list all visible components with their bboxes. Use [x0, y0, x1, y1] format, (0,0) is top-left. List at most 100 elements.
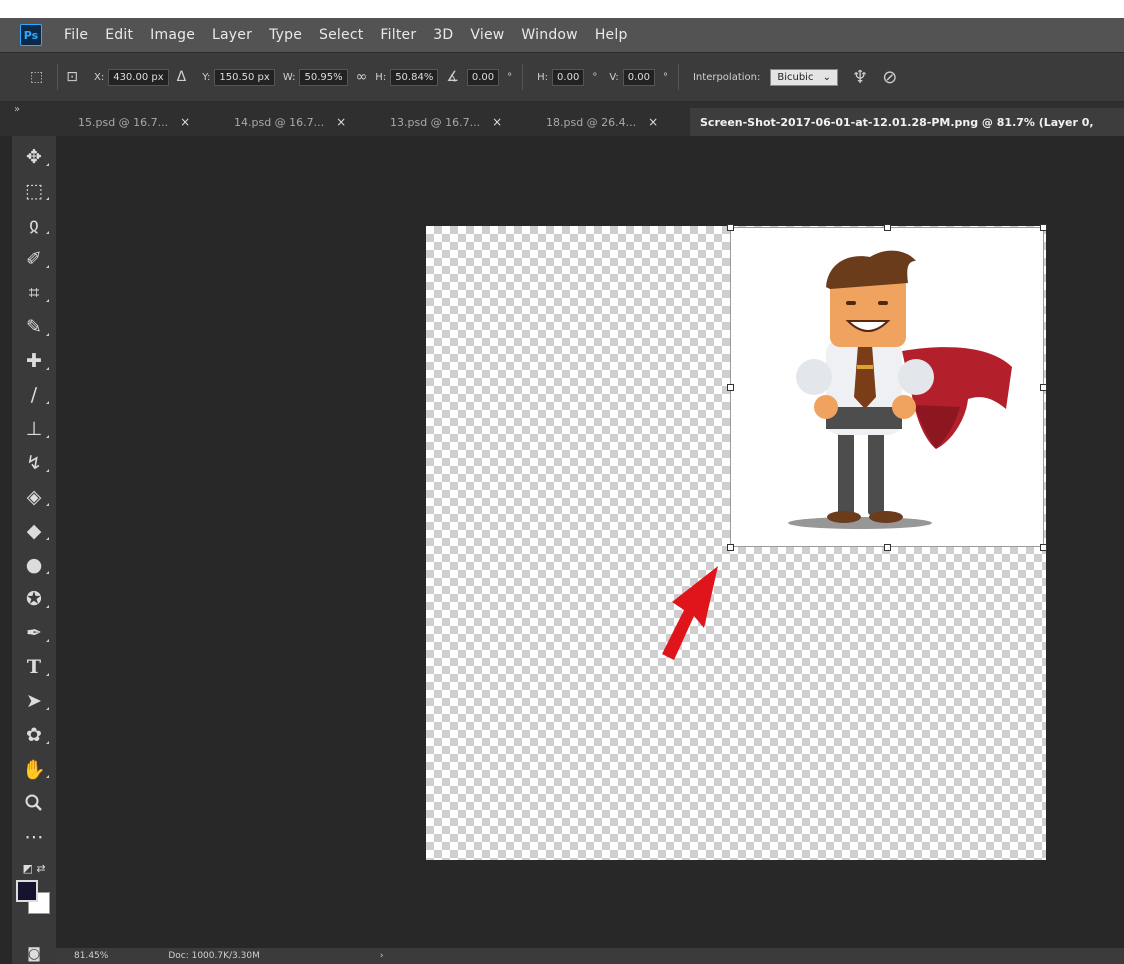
eyedropper-tool[interactable]: ✎ — [12, 312, 56, 342]
menu-image[interactable]: Image — [150, 27, 195, 43]
dodge-icon: ✪ — [26, 588, 42, 610]
type-tool[interactable]: T — [12, 652, 56, 682]
swap-colors-button[interactable]: ◩ ⇄ — [12, 858, 56, 878]
tool-group-indicator — [46, 367, 49, 370]
eraser-tool[interactable]: ◈ — [12, 482, 56, 512]
tool-group-indicator — [46, 231, 49, 234]
close-icon[interactable]: × — [180, 115, 190, 129]
tool-group-indicator — [46, 401, 49, 404]
crop-icon: ⌗ — [28, 282, 40, 304]
transform-handle-top-left[interactable] — [727, 224, 734, 231]
more-icon: ⋯ — [24, 826, 44, 848]
document-tab-bar: » 15.psd @ 16.7... × 14.psd @ 16.7... × … — [0, 102, 1124, 136]
y-position-field[interactable]: 150.50 px — [214, 68, 275, 86]
hand-icon: ✋ — [22, 758, 46, 781]
width-label: W: — [282, 71, 296, 83]
zoom-level[interactable]: 81.45% — [74, 951, 108, 961]
h-skew-field[interactable]: 0.00 — [552, 68, 585, 86]
transform-handle-top-right[interactable] — [1040, 224, 1047, 231]
path-selection-tool[interactable]: ➤ — [12, 686, 56, 716]
options-divider — [57, 64, 59, 90]
cursor-arrow-icon: ➤ — [26, 690, 42, 712]
reference-point-icon[interactable]: ⊡ — [66, 69, 78, 85]
width-field[interactable]: 50.95% — [299, 68, 348, 86]
menu-3d[interactable]: 3D — [433, 27, 453, 43]
cancel-transform-icon[interactable]: ⊘ — [882, 67, 897, 88]
lasso-icon: ჲ — [29, 214, 39, 236]
history-brush-tool[interactable]: ↯ — [12, 448, 56, 478]
blur-tool[interactable]: ● — [12, 550, 56, 580]
tab-15-psd[interactable]: 15.psd @ 16.7... × — [68, 108, 200, 136]
eyedropper-icon: ✎ — [26, 316, 42, 338]
quick-mask-button[interactable]: ◙ — [12, 944, 56, 964]
quick-mask-icon: ◙ — [27, 946, 41, 962]
hand-tool[interactable]: ✋ — [12, 754, 56, 784]
dodge-tool[interactable]: ✪ — [12, 584, 56, 614]
magic-wand-tool[interactable]: ✐ — [12, 244, 56, 274]
tab-14-psd[interactable]: 14.psd @ 16.7... × — [224, 108, 356, 136]
tool-group-indicator — [46, 673, 49, 676]
tool-group-indicator — [46, 741, 49, 744]
options-bar: ⬚ ⊡ X: 430.00 px Δ Y: 150.50 px W: 50.95… — [0, 52, 1124, 102]
paint-bucket-tool[interactable]: ◆ — [12, 516, 56, 546]
tab-13-psd[interactable]: 13.psd @ 16.7... × — [380, 108, 512, 136]
menu-type[interactable]: Type — [269, 27, 302, 43]
clone-stamp-tool[interactable]: ⊥ — [12, 414, 56, 444]
move-tool[interactable]: ✥ — [12, 142, 56, 172]
interpolation-label: Interpolation: — [692, 71, 761, 83]
menu-filter[interactable]: Filter — [380, 27, 416, 43]
marquee-tool[interactable]: ⬚ — [12, 176, 56, 206]
brush-tool[interactable]: ∕ — [12, 380, 56, 410]
interpolation-select[interactable]: Bicubic ⌄ — [770, 68, 839, 86]
tool-group-indicator — [46, 163, 49, 166]
menu-select[interactable]: Select — [319, 27, 363, 43]
transform-handle-left[interactable] — [727, 384, 734, 391]
close-icon[interactable]: × — [336, 115, 346, 129]
menu-file[interactable]: File — [64, 27, 88, 43]
tab-label: 18.psd @ 26.4... — [546, 115, 637, 129]
collapse-panel-icon[interactable]: » — [14, 104, 20, 115]
zoom-tool[interactable] — [12, 788, 56, 818]
tool-group-indicator — [46, 775, 49, 778]
x-label: X: — [93, 71, 105, 83]
rotate-unit: ° — [507, 71, 513, 83]
warp-mode-icon[interactable]: ♆ — [852, 67, 868, 88]
menu-help[interactable]: Help — [595, 27, 628, 43]
pen-tool[interactable]: ✒ — [12, 618, 56, 648]
relative-position-icon[interactable]: Δ — [177, 69, 187, 85]
photoshop-logo-icon[interactable]: Ps — [20, 24, 42, 46]
crop-tool[interactable]: ⌗ — [12, 278, 56, 308]
menu-view[interactable]: View — [470, 27, 504, 43]
document-size: Doc: 1000.7K/3.30M — [168, 951, 260, 961]
transform-handle-top[interactable] — [884, 224, 891, 231]
tab-18-psd[interactable]: 18.psd @ 26.4... × — [536, 108, 668, 136]
tab-label: 13.psd @ 16.7... — [390, 115, 481, 129]
close-icon[interactable]: × — [648, 115, 658, 129]
tool-group-indicator — [46, 197, 49, 200]
tab-screenshot-png[interactable]: Screen-Shot-2017-06-01-at-12.01.28-PM.pn… — [690, 108, 1124, 136]
status-menu-arrow-icon[interactable]: › — [380, 951, 384, 961]
menu-window[interactable]: Window — [521, 27, 577, 43]
x-position-field[interactable]: 430.00 px — [108, 68, 169, 86]
foreground-color-swatch[interactable] — [16, 880, 38, 902]
shape-tool[interactable]: ✿ — [12, 720, 56, 750]
transform-tool-preset-icon[interactable]: ⬚ — [30, 69, 43, 85]
link-icon[interactable]: ∞ — [356, 69, 368, 85]
transform-handle-bottom-left[interactable] — [727, 544, 734, 551]
tab-label: 14.psd @ 16.7... — [234, 115, 325, 129]
transform-handle-bottom[interactable] — [884, 544, 891, 551]
v-skew-field[interactable]: 0.00 — [622, 68, 655, 86]
water-drop-icon: ● — [25, 554, 43, 576]
transform-handle-right[interactable] — [1040, 384, 1047, 391]
transform-handle-bottom-right[interactable] — [1040, 544, 1047, 551]
rotate-field[interactable]: 0.00 — [466, 68, 500, 86]
edit-toolbar-button[interactable]: ⋯ — [12, 822, 56, 852]
magnifier-icon — [25, 794, 42, 811]
menu-edit[interactable]: Edit — [105, 27, 133, 43]
menu-layer[interactable]: Layer — [212, 27, 252, 43]
transform-bounding-box — [730, 227, 1044, 547]
height-field[interactable]: 50.84% — [390, 68, 439, 86]
healing-brush-tool[interactable]: ✚ — [12, 346, 56, 376]
lasso-tool[interactable]: ჲ — [12, 210, 56, 240]
close-icon[interactable]: × — [492, 115, 502, 129]
